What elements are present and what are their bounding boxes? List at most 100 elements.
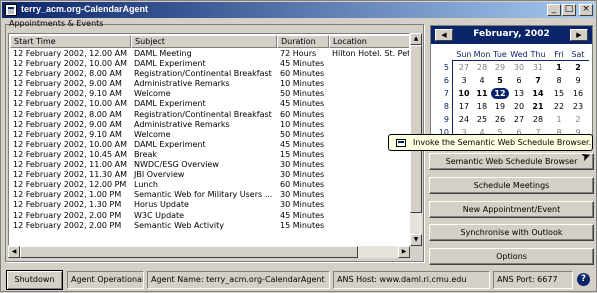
previous-month-button[interactable]: ◀ [435,29,453,41]
horizontal-scrollbar[interactable]: ◀ ▶ [8,246,410,258]
subject-cell: Welcome [134,129,171,139]
calendar-day[interactable]: 22 [550,101,568,112]
start-time-cell: 12 February 2002, 8.00 AM [13,109,122,119]
calendar-day[interactable]: 27 [510,114,528,125]
calendar-day[interactable]: 3 [455,75,473,86]
calendar-day[interactable]: 16 [569,88,587,99]
calendar-day[interactable]: 18 [473,101,491,112]
location-cell [329,110,409,120]
table-row[interactable]: 12 February 2002, 10.00 AM DAML Experimen… [10,140,409,150]
appointments-table[interactable]: Start Time Subject Duration Location 12 … [8,33,410,246]
calendar-day[interactable]: 2 [569,62,587,73]
table-row[interactable]: 12 February 2002, 9.10 AM Welcome 50 Minut… [10,129,409,140]
calendar-day[interactable]: 20 [510,101,528,112]
start-time-cell: 12 February 2002, 9.10 AM [13,129,122,139]
horizontal-scroll-thumb[interactable] [20,246,358,258]
column-header-start-time[interactable]: Start Time [10,35,131,48]
table-row[interactable]: 12 February 2002, 9.10 AM Welcome 50 Minut… [10,89,409,99]
calendar-day[interactable]: 26 [491,114,509,125]
location-cell [329,79,409,89]
scroll-corner [410,246,422,258]
calendar-day[interactable]: 29 [491,62,509,73]
calendar-day[interactable]: 9 [569,75,587,86]
help-icon[interactable]: ? [577,273,590,286]
calendar-day[interactable]: 28 [529,114,547,125]
column-header-location[interactable]: Location [329,35,409,48]
synchronise-with-outlook-button[interactable]: Synchronise with Outlook [429,224,594,241]
start-time-cell: 12 February 2002, 12.00 AM [13,49,127,58]
calendar-day-selected[interactable]: 12 [491,88,509,99]
calendar-day[interactable]: 14 [529,88,547,99]
table-row[interactable]: 12 February 2002, 9.00 AM Administrative … [10,79,409,89]
duration-cell: 10 Minutes [280,119,325,129]
calendar-day[interactable]: 7 [529,75,547,86]
calendar-day[interactable]: 8 [550,75,568,86]
calendar-day[interactable]: 10 [455,88,473,99]
scroll-right-arrow-icon[interactable]: ▶ [398,246,410,258]
start-time-cell: 12 February 2002, 12.00 PM [13,180,127,190]
calendar-day[interactable]: 31 [529,62,547,73]
calendar-day[interactable]: 2 [569,114,587,125]
calendar-day[interactable]: 6 [510,75,528,86]
month-calendar[interactable]: ◀ February, 2002 ▶ Sun Mon Tue Wed Thu Fri Sat… [430,25,593,141]
calendar-month-title[interactable]: February, 2002 [455,29,568,39]
table-row[interactable]: 12 February 2002, 2.00 PM W3C Update 45 Mi… [10,211,409,221]
title-bar[interactable]: terry_acm.org-CalendarAgent _ □ × [2,2,595,18]
new-appointment-event-button[interactable]: New Appointment/Event [429,201,594,218]
calendar-day[interactable]: 15 [550,88,568,99]
table-row[interactable]: 12 February 2002, 11.00 AM NWDC/ESG Overv… [10,160,409,170]
table-row[interactable]: 12 February 2002, 12.00 PM Lunch 60 Minute… [10,180,409,190]
calendar-day[interactable]: 19 [491,101,509,112]
duration-cell: 15 Minutes [280,220,325,230]
table-row[interactable]: 12 February 2002, 8.00 AM Registration/Co… [10,109,409,120]
start-time-cell: 12 February 2002, 10.00 AM [13,59,127,69]
calendar-day[interactable]: 1 [550,62,568,73]
scroll-down-arrow-icon[interactable]: ▼ [410,234,422,246]
calendar-day[interactable]: 30 [510,62,528,73]
scroll-up-arrow-icon[interactable]: ▲ [410,33,422,45]
calendar-day[interactable]: 11 [473,88,491,99]
vertical-scroll-thumb[interactable] [410,45,422,213]
table-row[interactable]: 12 February 2002, 10.00 AM DAML Experimen… [10,59,409,69]
maximize-button[interactable]: □ [562,4,576,16]
subject-cell: DAML Experiment [134,99,206,109]
schedule-meetings-button[interactable]: Schedule Meetings [429,177,594,194]
table-row[interactable]: 12 February 2002, 10.45 AM Break 15 Minute… [10,150,409,160]
calendar-day[interactable]: 27 [455,62,473,73]
table-row[interactable]: 12 February 2002, 1.30 PM Horus Update 30 … [10,200,409,210]
options-button[interactable]: Options [429,248,594,265]
duration-cell: 30 Minutes [280,170,325,180]
table-row[interactable]: 12 February 2002, 1.00 PM Semantic Web fo… [10,190,409,200]
calendar-day[interactable]: 17 [455,101,473,112]
semantic-web-schedule-browser-button[interactable]: Semantic Web Schedule Browser [429,153,594,170]
calendar-day[interactable]: 21 [529,101,547,112]
shutdown-button[interactable]: Shutdown [6,270,63,290]
table-row[interactable]: 12 February 2002, 11.30 AM JBI Overview 30… [10,170,409,180]
calendar-day[interactable]: 1 [550,114,568,125]
table-row[interactable]: 12 February 2002, 12.00 AM DAML Meeting 72… [10,49,409,59]
calendar-day[interactable]: 28 [473,62,491,73]
agent-status-panel: Agent Operational [67,271,144,289]
location-cell [329,190,409,200]
table-row[interactable]: 12 February 2002, 8.00 AM Registration/Co… [10,69,409,79]
next-month-button[interactable]: ▶ [570,29,588,41]
table-row[interactable]: 12 February 2002, 9.00 AM Administrative … [10,119,409,130]
scroll-left-arrow-icon[interactable]: ◀ [8,246,20,258]
table-row[interactable]: 12 February 2002, 10.00 AM DAML Experimen… [10,99,409,109]
calendar-day[interactable]: 24 [455,114,473,125]
column-header-duration[interactable]: Duration [277,35,329,48]
calendar-day[interactable]: 13 [510,88,528,99]
close-button[interactable]: × [579,4,593,16]
calendar-day[interactable]: 25 [473,114,491,125]
subject-cell: Horus Update [134,200,189,210]
calendar-day[interactable]: 23 [569,101,587,112]
column-header-subject[interactable]: Subject [131,35,277,48]
calendar-day[interactable]: 4 [473,75,491,86]
minimize-button[interactable]: _ [547,4,561,16]
ans-port-panel: ANS Port: 6677 [493,271,573,289]
calendar-day[interactable]: 5 [491,75,509,86]
table-row[interactable]: 12 February 2002, 2.00 PM Semantic Web Ac… [10,220,409,231]
weekday-label: Thu [530,50,546,59]
location-cell [329,120,409,130]
app-icon [5,4,17,16]
